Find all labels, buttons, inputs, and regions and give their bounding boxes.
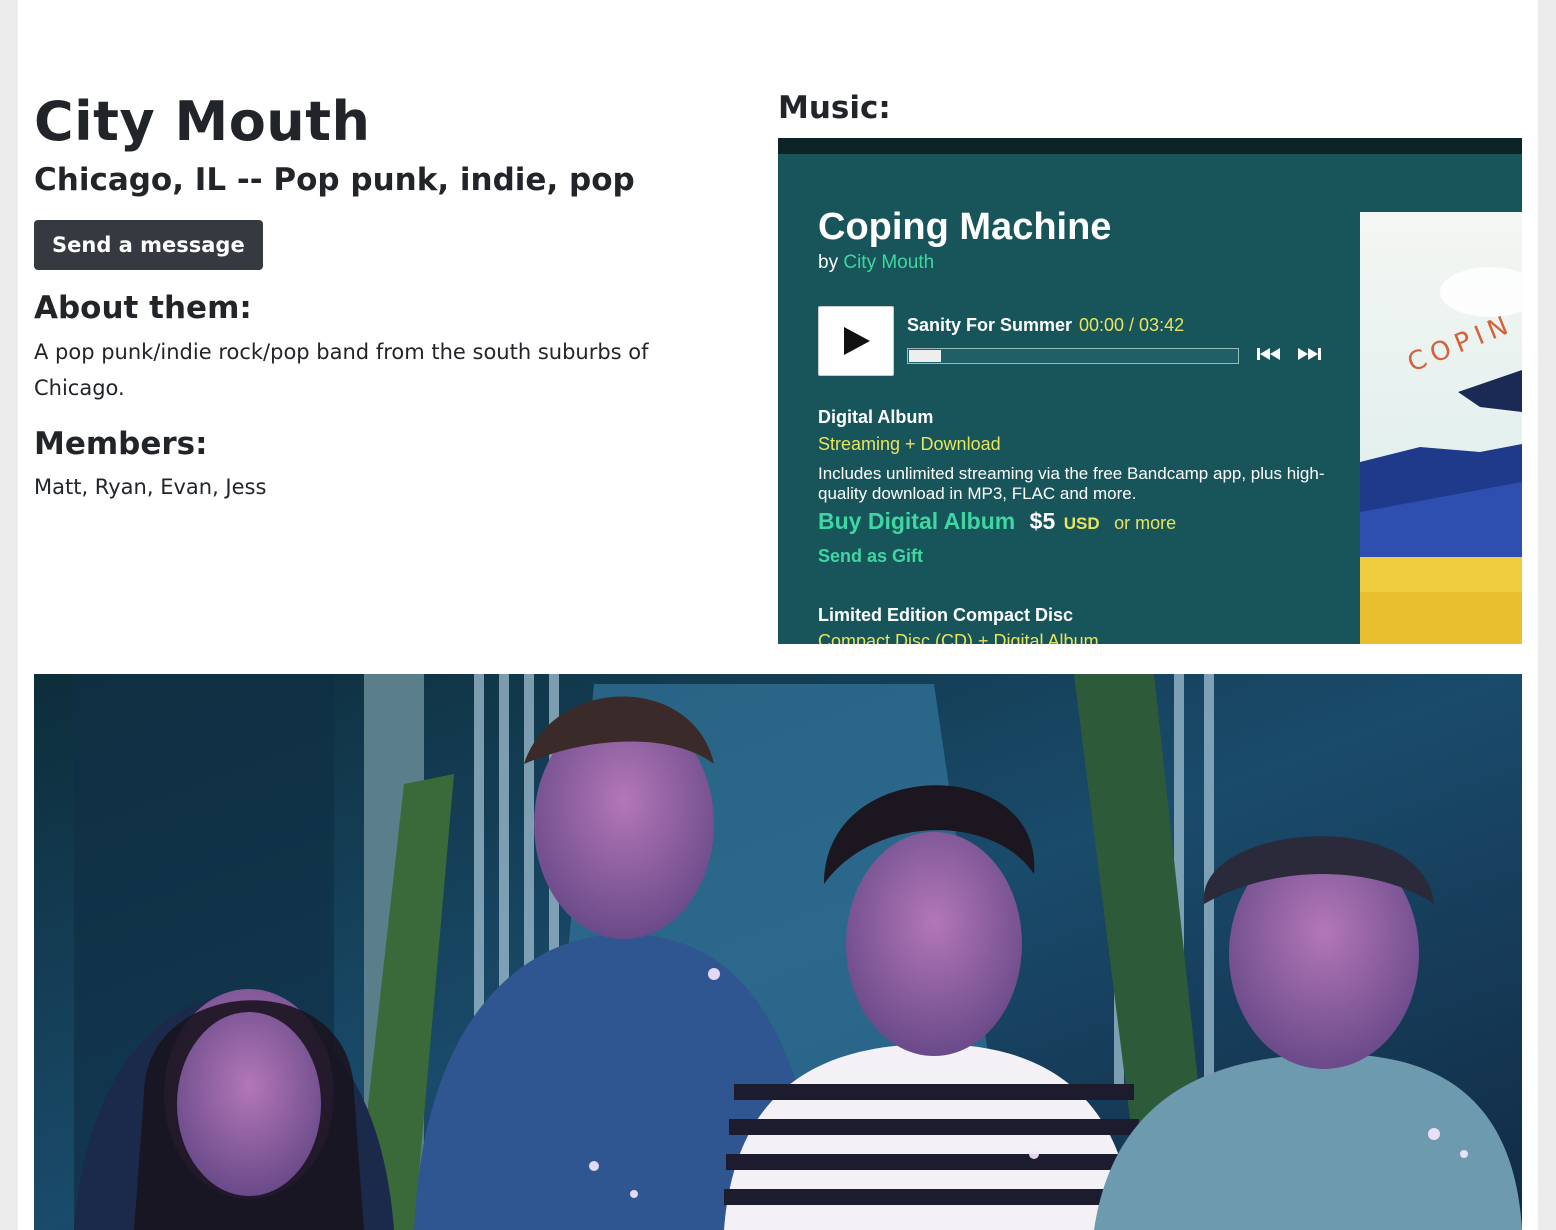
cd-type[interactable]: Compact Disc (CD) + Digital Album (818, 631, 1099, 644)
members-text: Matt, Ryan, Evan, Jess (34, 475, 267, 499)
profile-info: City Mouth Chicago, IL -- Pop punk, indi… (34, 92, 734, 502)
send-as-gift-link[interactable]: Send as Gift (818, 546, 923, 567)
track-progress-bar[interactable] (907, 348, 1239, 364)
digital-album-description: Includes unlimited streaming via the fre… (818, 464, 1325, 503)
play-icon (844, 327, 870, 355)
band-location-genre: Chicago, IL -- Pop punk, indie, pop (34, 162, 635, 198)
currency: USD (1063, 514, 1100, 533)
progress-handle[interactable] (909, 350, 941, 362)
artist-link[interactable]: City Mouth (843, 252, 934, 273)
about-heading: About them: (34, 290, 252, 326)
album-title: Coping Machine (818, 206, 1112, 248)
price: $5 (1029, 508, 1056, 534)
track-time: 00:00 / 03:42 (1079, 315, 1185, 335)
previous-track-icon (1257, 348, 1280, 360)
next-track-button[interactable] (1296, 346, 1322, 367)
next-track-icon (1298, 348, 1321, 360)
album-cover-art[interactable]: COPIN (1360, 212, 1522, 644)
digital-album-title: Digital Album (818, 407, 934, 427)
bandcamp-player: Coping Machine by City Mouth Sanity For … (778, 138, 1522, 644)
members-heading: Members: (34, 426, 208, 462)
buy-line: Buy Digital Album $5 USD or more (818, 508, 1176, 535)
music-heading: Music: (778, 90, 891, 126)
previous-track-button[interactable] (1256, 346, 1282, 367)
band-photo[interactable] (34, 674, 1522, 1230)
band-name: City Mouth (34, 90, 371, 153)
album-byline: by City Mouth (818, 252, 934, 274)
send-message-button[interactable]: Send a message (34, 220, 263, 270)
track-name: Sanity For Summer (907, 315, 1073, 335)
cd-title: Limited Edition Compact Disc (818, 605, 1074, 625)
digital-album-type[interactable]: Streaming + Download (818, 434, 1001, 455)
about-text: A pop punk/indie rock/pop band from the … (34, 340, 649, 400)
buy-digital-album-link[interactable]: Buy Digital Album (818, 508, 1015, 534)
by-prefix: by (818, 252, 839, 273)
player-top-bar (778, 138, 1522, 154)
play-button[interactable] (818, 306, 894, 376)
page-container: City Mouth Chicago, IL -- Pop punk, indi… (18, 0, 1538, 1230)
name-your-price-link[interactable]: or more (1114, 513, 1176, 533)
